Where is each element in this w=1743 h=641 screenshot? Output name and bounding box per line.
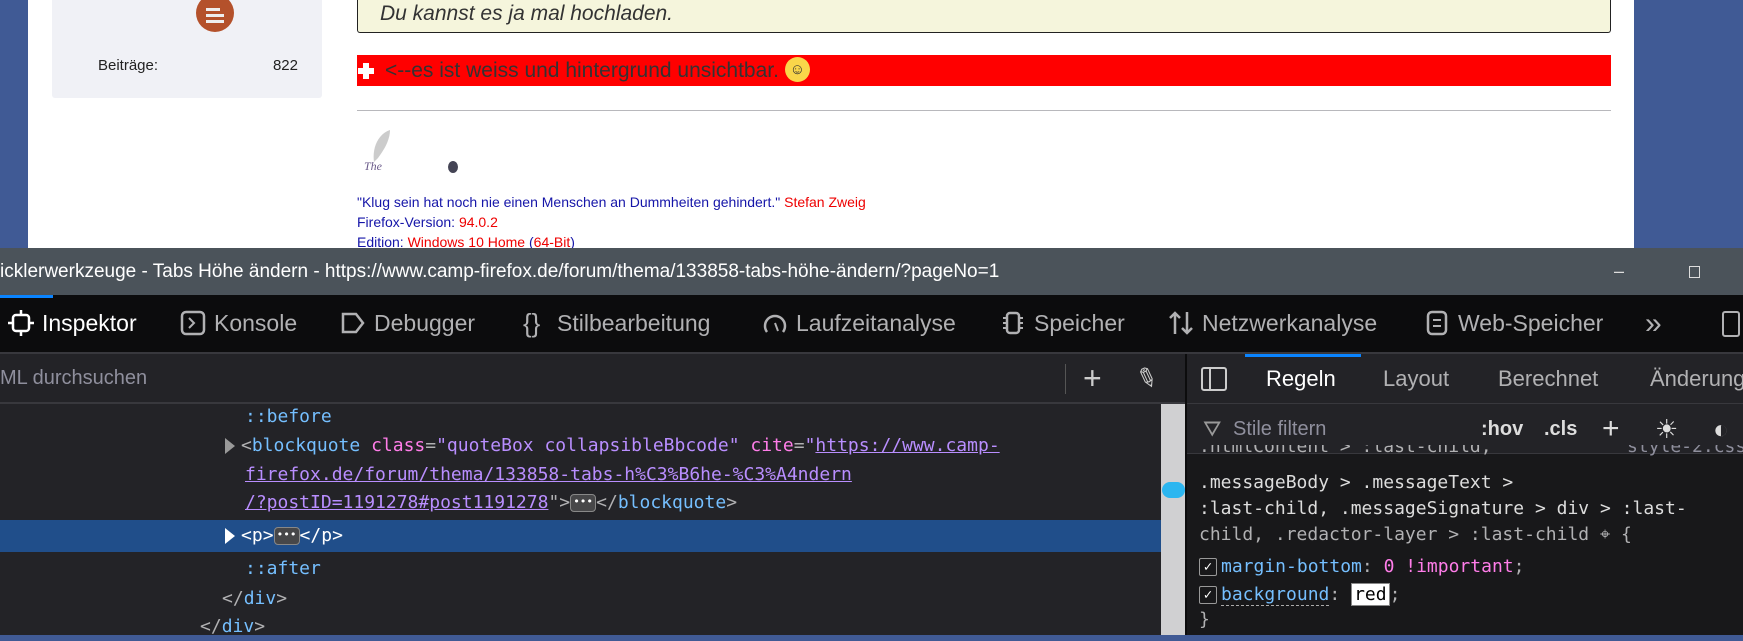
- maximize-button[interactable]: [1689, 266, 1700, 278]
- div-close[interactable]: </div>: [0, 612, 1161, 641]
- close-brace: }: [1199, 609, 1210, 630]
- rule-selector: child, .redactor-layer > :last-child ⌖ {: [1199, 524, 1632, 545]
- minimize-button[interactable]: –: [1614, 248, 1624, 295]
- toggle-sidebar-icon[interactable]: [1201, 367, 1227, 391]
- more-tools-button[interactable]: »: [1645, 295, 1662, 352]
- divider: [1065, 364, 1066, 394]
- swiss-cross-icon: [357, 62, 375, 80]
- tab-debugger[interactable]: Debugger: [340, 295, 475, 352]
- style-editor-icon: {}: [523, 307, 541, 338]
- quote-box: Du kannst es ja mal hochladen.: [357, 0, 1611, 33]
- declaration-checkbox[interactable]: ✓: [1199, 586, 1217, 604]
- performance-icon: [763, 314, 787, 333]
- blockquote-node-end: /?postID=1191278#post1191278"> ••• </block…: [245, 492, 738, 513]
- classes-button[interactable]: .cls: [1544, 404, 1577, 454]
- tab-style-editor[interactable]: {} Stilbearbeitung: [523, 295, 710, 352]
- tab-storage[interactable]: Web-Speicher: [1424, 295, 1603, 352]
- feather-logo: The: [364, 130, 390, 173]
- window-title: icklerwerkzeuge - Tabs Höhe ändern - htt…: [0, 261, 1000, 282]
- avatar[interactable]: [196, 0, 234, 32]
- highlighted-paragraph: <--es ist weiss und hintergrund unsichtb…: [357, 55, 1611, 86]
- collapsed-content-button[interactable]: •••: [570, 494, 597, 512]
- rule-selector: .messageBody > .messageText >: [1199, 472, 1514, 493]
- sidebar-tabs: Regeln Layout Berechnet Änderung: [1187, 354, 1743, 404]
- memory-icon: [1003, 311, 1023, 335]
- inspector-icon: [8, 309, 34, 336]
- tab-changes[interactable]: Änderung: [1650, 354, 1743, 404]
- forum-page: Beiträge: 822 Du kannst es ja mal hochla…: [28, 0, 1634, 248]
- eyedropper-icon[interactable]: ✎: [1131, 357, 1164, 398]
- tab-rules[interactable]: Regeln: [1266, 354, 1336, 404]
- smiley-icon: ☺: [784, 56, 810, 82]
- expand-triangle-icon[interactable]: [225, 528, 235, 544]
- declaration: ✓ background: red;: [1199, 582, 1400, 608]
- network-icon: [1169, 311, 1193, 335]
- tab-layout[interactable]: Layout: [1383, 354, 1449, 404]
- tab-performance[interactable]: Laufzeitanalyse: [762, 295, 956, 352]
- declaration: ✓ margin-bottom: 0 !important;: [1199, 554, 1524, 580]
- selected-p-node[interactable]: <p> ••• </p>: [0, 520, 1161, 552]
- devtools-toolbar: Inspektor Konsole Debugger {} Stilbearbei…: [0, 295, 1743, 354]
- responsive-design-icon[interactable]: [1722, 311, 1740, 337]
- div-close[interactable]: </div>: [0, 584, 1161, 613]
- paragraph-text: <--es ist weiss und hintergrund unsichtb…: [385, 59, 779, 82]
- console-icon: [180, 310, 206, 336]
- tab-memory[interactable]: Speicher: [1000, 295, 1125, 352]
- rule-selector: .htmlContent > :last-child,: [1199, 445, 1492, 457]
- devtools-title-bar: icklerwerkzeuge - Tabs Höhe ändern - htt…: [0, 248, 1743, 295]
- html-search-input[interactable]: ML durchsuchen + ✎: [0, 354, 1185, 404]
- collapsed-content-button[interactable]: •••: [273, 527, 300, 545]
- quote-text: Du kannst es ja mal hochladen.: [380, 2, 674, 25]
- tab-inspector[interactable]: Inspektor: [8, 295, 137, 352]
- quote-author: Stefan Zweig: [784, 194, 866, 210]
- markup-scrollbar[interactable]: [1161, 404, 1185, 635]
- scroll-marker[interactable]: [1162, 482, 1185, 498]
- signature-quote: "Klug sein hat noch nie einen Menschen a…: [357, 194, 866, 210]
- svg-text:The: The: [364, 159, 383, 173]
- node-target-icon[interactable]: ⌖: [1600, 524, 1610, 545]
- value-editor-input[interactable]: red: [1351, 583, 1390, 606]
- blockquote-node-cont: firefox.de/forum/thema/133858-tabs-h%C3%…: [245, 464, 852, 485]
- storage-icon: [1426, 310, 1448, 336]
- markup-panel: ML durchsuchen + ✎ ::before <blockquote …: [0, 354, 1185, 637]
- add-rule-button[interactable]: +: [1602, 404, 1620, 454]
- tab-network[interactable]: Netzwerkanalyse: [1168, 295, 1377, 352]
- rule-source-link[interactable]: style-2.css: [1627, 445, 1743, 458]
- edition: Edition: Windows 10 Home (64-Bit): [357, 234, 575, 248]
- cite-link[interactable]: https://www.camp-: [815, 435, 999, 456]
- declaration-checkbox[interactable]: ✓: [1199, 558, 1217, 576]
- tab-console[interactable]: Konsole: [180, 295, 297, 352]
- posts-count: 822: [272, 57, 298, 74]
- pseudo-before[interactable]: ::before: [0, 402, 1161, 431]
- signature-divider: [357, 110, 1611, 111]
- rule-selector: :last-child, .messageSignature > div > :…: [1199, 498, 1687, 519]
- pseudo-after[interactable]: ::after: [0, 554, 1161, 583]
- rules-panel: Regeln Layout Berechnet Änderung ⛛ Stile…: [1185, 354, 1743, 635]
- posts-label: Beiträge:: [98, 57, 159, 74]
- firefox-version: Firefox-Version: 94.0.2: [357, 214, 498, 230]
- debugger-icon: [341, 312, 365, 334]
- tab-computed[interactable]: Berechnet: [1498, 354, 1598, 404]
- ink-bottle-icon: [448, 161, 458, 173]
- user-sidebar: Beiträge: 822: [52, 0, 322, 98]
- expand-triangle-icon[interactable]: [225, 438, 235, 454]
- add-node-button[interactable]: +: [1083, 358, 1102, 398]
- blockquote-node[interactable]: <blockquote class="quoteBox collapsibleB…: [0, 431, 1161, 460]
